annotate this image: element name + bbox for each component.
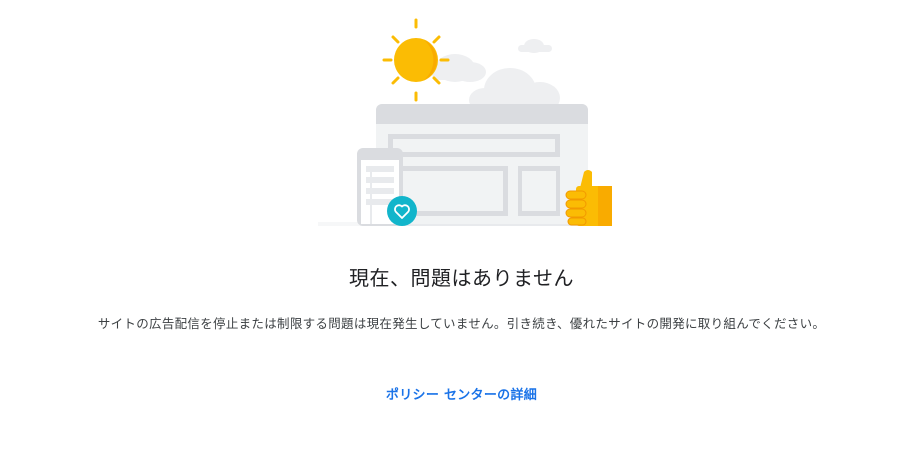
heart-icon — [387, 196, 417, 226]
no-issues-illustration — [318, 18, 612, 226]
cloud-icon — [432, 54, 486, 82]
status-description: サイトの広告配信を停止または制限する問題は現在発生していません。引き続き、優れた… — [97, 316, 826, 331]
cloud-icon — [518, 39, 552, 53]
policy-center-link[interactable]: ポリシー センターの詳細 — [0, 384, 923, 403]
sun-icon — [382, 18, 450, 102]
status-title: 現在、問題はありません — [349, 266, 574, 290]
